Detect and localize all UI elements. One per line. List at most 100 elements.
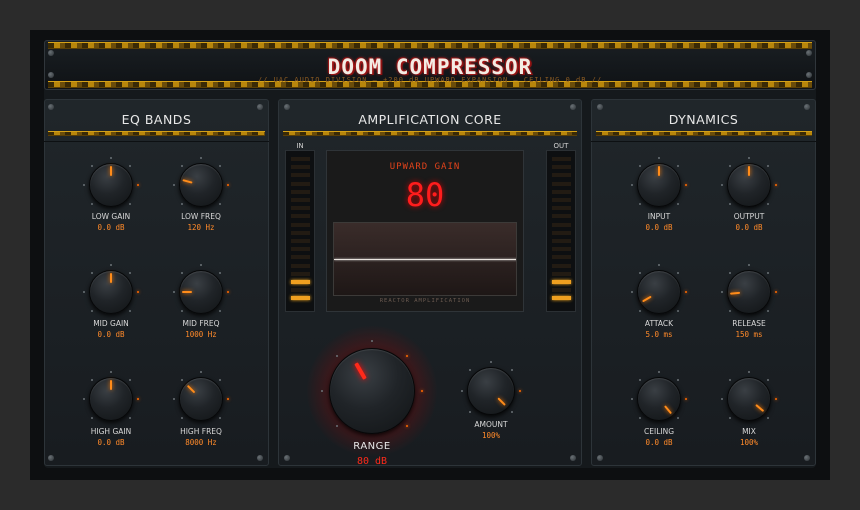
knob-tick	[180, 203, 183, 206]
meter-segment	[552, 247, 571, 252]
amount-knob-pointer	[497, 397, 506, 406]
attack-label: ATTACK	[644, 319, 674, 328]
meter-segment	[291, 288, 310, 293]
knob-tick	[227, 291, 229, 293]
screw	[570, 104, 576, 110]
mid-gain-label: MID GAIN	[93, 319, 129, 328]
low-freq-knob-pointer	[182, 179, 193, 184]
knob-tick	[200, 157, 202, 159]
hazard-stripe-top	[48, 42, 812, 49]
meter-segment	[552, 222, 571, 227]
knob-tick	[658, 157, 660, 159]
knob-tick	[335, 354, 338, 357]
knob-tick	[638, 203, 641, 206]
knob-tick	[110, 371, 112, 373]
ceiling-knob[interactable]	[637, 377, 681, 421]
knob-tick	[461, 390, 463, 392]
knob-tick	[767, 271, 770, 274]
low-gain-knob[interactable]	[89, 163, 133, 207]
knob-tick	[510, 410, 513, 413]
meter-segment	[291, 198, 310, 202]
output-knob-pointer	[748, 166, 750, 176]
knob-tick	[173, 291, 175, 293]
eq-bands-title: EQ BANDS	[121, 112, 192, 127]
high-gain-label: HIGH GAIN	[90, 427, 132, 436]
screw	[257, 455, 263, 461]
output-knob[interactable]	[727, 163, 771, 207]
divider	[591, 141, 816, 142]
mix-knob[interactable]	[727, 377, 771, 421]
knob-tick	[677, 378, 680, 381]
hazard-stripe	[596, 131, 812, 136]
knob-tick	[775, 398, 777, 400]
meter-segment	[291, 181, 310, 186]
knob-tick	[728, 310, 731, 313]
knob-tick	[129, 271, 132, 274]
amount-label: AMOUNT	[474, 420, 508, 429]
upward-gain-value: 80	[405, 176, 445, 214]
ceiling-knob-pointer	[664, 405, 672, 415]
input-meter	[285, 150, 315, 312]
knob-tick	[728, 417, 731, 420]
knob-tick	[90, 203, 93, 206]
amount-knob[interactable]	[467, 367, 515, 415]
mid-gain-knob[interactable]	[89, 270, 133, 314]
meter-segment	[552, 181, 571, 186]
mid-freq-value: 1000 Hz	[185, 330, 217, 339]
output-meter	[546, 150, 576, 312]
mid-freq-label: MID FREQ	[182, 319, 220, 328]
knob-tick	[137, 184, 139, 186]
knob-tick	[90, 417, 93, 420]
meter-segment	[552, 206, 571, 211]
knob-tick	[638, 271, 641, 274]
meter-segment	[552, 189, 571, 194]
range-knob[interactable]	[329, 348, 415, 434]
meter-segment	[291, 214, 310, 219]
knob-tick	[421, 390, 423, 392]
knob-tick	[728, 378, 731, 381]
knob-tick	[90, 164, 93, 167]
knob-tick	[219, 378, 222, 381]
meter-segment	[291, 255, 310, 260]
meter-segment	[552, 157, 571, 161]
mid-freq-knob-pointer	[182, 291, 192, 293]
knob-tick	[748, 264, 750, 266]
knob-tick	[490, 361, 492, 363]
low-gain-knob-pointer	[110, 166, 112, 176]
knob-tick	[173, 184, 175, 186]
knob-tick	[658, 264, 660, 266]
low-freq-knob[interactable]	[179, 163, 223, 207]
knob-tick	[685, 184, 687, 186]
low-gain-label: LOW GAIN	[91, 212, 131, 221]
meter-segment	[552, 230, 571, 235]
knob-tick	[685, 291, 687, 293]
knob-tick	[775, 291, 777, 293]
knob-tick	[631, 398, 633, 400]
meter-segment	[291, 280, 310, 284]
knob-tick	[658, 371, 660, 373]
knob-tick	[638, 417, 641, 420]
attack-knob[interactable]	[637, 270, 681, 314]
range-value: 80 dB	[356, 456, 388, 467]
knob-tick	[227, 184, 229, 186]
scope-trace	[334, 259, 516, 260]
knob-tick	[219, 271, 222, 274]
eq-bands-panel	[44, 99, 269, 466]
hazard-stripe	[48, 131, 265, 136]
meter-segment	[552, 165, 571, 170]
meter-segment	[552, 255, 571, 260]
plugin-subtitle: // UAC AUDIO DIVISION — +200 dB UPWARD E…	[257, 76, 603, 84]
release-knob[interactable]	[727, 270, 771, 314]
low-freq-value: 120 Hz	[187, 223, 215, 232]
meter-out-label: OUT	[553, 142, 569, 150]
high-freq-knob[interactable]	[179, 377, 223, 421]
release-knob-pointer	[729, 291, 741, 295]
knob-tick	[200, 264, 202, 266]
mid-freq-knob[interactable]	[179, 270, 223, 314]
knob-tick	[721, 184, 723, 186]
meter-segment	[552, 173, 571, 178]
meter-segment	[291, 157, 310, 161]
input-knob[interactable]	[637, 163, 681, 207]
high-gain-knob[interactable]	[89, 377, 133, 421]
knob-tick	[775, 184, 777, 186]
